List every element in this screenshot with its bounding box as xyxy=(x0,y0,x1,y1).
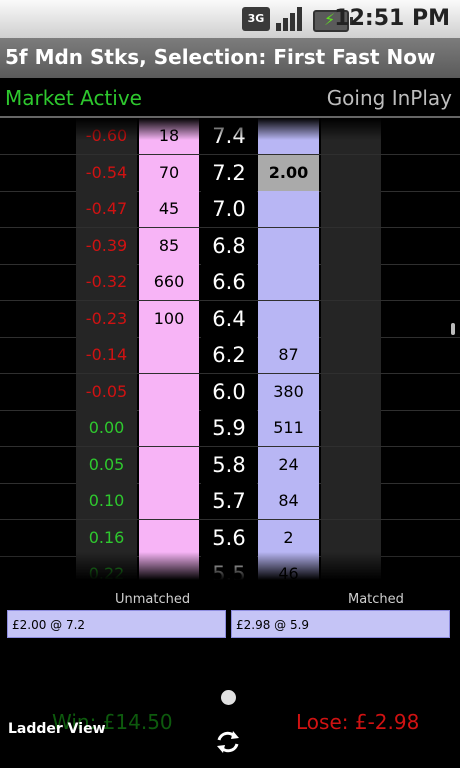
empty-cell xyxy=(321,191,381,227)
lay-cell[interactable]: 87 xyxy=(258,337,319,373)
empty-cell xyxy=(321,483,381,519)
change-cell: 0.22 xyxy=(76,556,137,580)
matched-bet-box[interactable]: £2.98 @ 5.9 xyxy=(231,610,450,638)
signal-icon xyxy=(276,7,306,31)
empty-cell xyxy=(321,300,381,337)
back-cell[interactable]: 45 xyxy=(139,191,199,227)
lose-amount: Lose: £-2.98 xyxy=(296,710,420,734)
change-cell: -0.47 xyxy=(76,191,137,227)
price-cell: 5.8 xyxy=(201,446,257,483)
back-cell[interactable]: 85 xyxy=(139,227,199,264)
empty-cell xyxy=(321,410,381,446)
lay-cell[interactable]: 380 xyxy=(258,373,319,410)
network-3g-icon: 3G xyxy=(242,7,270,31)
lay-cell[interactable]: 511 xyxy=(258,410,319,446)
market-status-row: Market Active Going InPlay xyxy=(0,80,460,116)
back-cell[interactable]: 70 xyxy=(139,154,199,191)
lay-cell[interactable] xyxy=(258,264,319,300)
ladder-row[interactable]: -0.23 100 6.4 xyxy=(0,300,460,338)
back-cell[interactable] xyxy=(139,556,199,580)
lay-cell[interactable] xyxy=(258,227,319,264)
ladder-row[interactable]: 0.00 5.9 511 xyxy=(0,410,460,447)
ladder-row[interactable]: -0.14 6.2 87 xyxy=(0,337,460,374)
unmatched-label: Unmatched xyxy=(115,592,191,607)
ladder-row[interactable]: 0.22 5.5 46 xyxy=(0,556,460,580)
price-cell: 7.0 xyxy=(201,191,257,227)
price-cell: 6.2 xyxy=(201,337,257,373)
change-cell: 0.16 xyxy=(76,519,137,556)
price-cell: 7.2 xyxy=(201,154,257,191)
price-cell: 6.8 xyxy=(201,227,257,264)
clock-time: 12:51 PM xyxy=(334,6,450,31)
empty-cell xyxy=(321,373,381,410)
change-cell: -0.39 xyxy=(76,227,137,264)
price-cell: 5.5 xyxy=(201,556,257,580)
change-cell: -0.60 xyxy=(76,118,137,154)
change-cell: 0.10 xyxy=(76,483,137,519)
ladder-row[interactable]: -0.47 45 7.0 xyxy=(0,191,460,228)
empty-cell xyxy=(321,519,381,556)
lay-cell[interactable]: 46 xyxy=(258,556,319,580)
lay-cell[interactable] xyxy=(258,118,319,154)
back-cell[interactable] xyxy=(139,337,199,373)
price-cell: 6.4 xyxy=(201,300,257,337)
price-cell: 5.9 xyxy=(201,410,257,446)
back-cell[interactable]: 18 xyxy=(139,118,199,154)
change-cell: -0.14 xyxy=(76,337,137,373)
ladder-row[interactable]: 0.05 5.8 24 xyxy=(0,446,460,484)
lay-cell[interactable]: 24 xyxy=(258,446,319,483)
lay-cell[interactable]: 84 xyxy=(258,483,319,519)
price-cell: 5.7 xyxy=(201,483,257,519)
back-cell[interactable] xyxy=(139,410,199,446)
lay-cell[interactable]: 2.00 xyxy=(258,154,319,191)
empty-cell xyxy=(321,227,381,264)
change-cell: -0.23 xyxy=(76,300,137,337)
scrollbar[interactable] xyxy=(451,323,455,335)
refresh-icon[interactable] xyxy=(214,728,242,756)
ladder-row[interactable]: 0.10 5.7 84 xyxy=(0,483,460,520)
price-cell: 6.6 xyxy=(201,264,257,300)
back-cell[interactable] xyxy=(139,483,199,519)
back-cell[interactable] xyxy=(139,519,199,556)
empty-cell xyxy=(321,118,381,154)
back-cell[interactable]: 100 xyxy=(139,300,199,337)
back-cell[interactable] xyxy=(139,446,199,483)
matched-label: Matched xyxy=(348,592,404,607)
ladder-row[interactable]: -0.39 85 6.8 xyxy=(0,227,460,265)
ladder-row[interactable]: -0.05 6.0 380 xyxy=(0,373,460,411)
back-cell[interactable] xyxy=(139,373,199,410)
empty-cell xyxy=(321,154,381,191)
back-cell[interactable]: 660 xyxy=(139,264,199,300)
ladder-row[interactable]: 0.16 5.6 2 xyxy=(0,519,460,557)
market-status: Market Active xyxy=(5,86,142,110)
inplay-status: Going InPlay xyxy=(326,86,452,110)
change-cell: -0.05 xyxy=(76,373,137,410)
price-ladder[interactable]: -0.60 18 7.4 -0.54 70 7.2 2.00 -0.47 45 7.0 -0.39 8… xyxy=(0,118,460,580)
ladder-view-button[interactable]: Ladder View xyxy=(8,721,106,737)
change-cell: 0.00 xyxy=(76,410,137,446)
price-cell: 7.4 xyxy=(201,118,257,154)
lay-cell[interactable] xyxy=(258,300,319,337)
empty-cell xyxy=(321,446,381,483)
unmatched-bet-box[interactable]: £2.00 @ 7.2 xyxy=(7,610,226,638)
empty-cell xyxy=(321,264,381,300)
page-indicator-dot xyxy=(221,690,236,705)
price-cell: 6.0 xyxy=(201,373,257,410)
price-cell: 5.6 xyxy=(201,519,257,556)
lay-cell[interactable]: 2 xyxy=(258,519,319,556)
empty-cell xyxy=(321,337,381,373)
ladder-row[interactable]: -0.60 18 7.4 xyxy=(0,118,460,155)
change-cell: 0.05 xyxy=(76,446,137,483)
lay-cell[interactable] xyxy=(258,191,319,227)
change-cell: -0.32 xyxy=(76,264,137,300)
status-bar: 3G ⚡ 12:51 PM xyxy=(0,0,460,38)
empty-cell xyxy=(321,556,381,580)
page-title: 5f Mdn Stks, Selection: First Fast Now xyxy=(5,45,436,69)
change-cell: -0.54 xyxy=(76,154,137,191)
title-bar: 5f Mdn Stks, Selection: First Fast Now xyxy=(0,38,460,78)
ladder-row[interactable]: -0.54 70 7.2 2.00 xyxy=(0,154,460,192)
ladder-row[interactable]: -0.32 660 6.6 xyxy=(0,264,460,301)
